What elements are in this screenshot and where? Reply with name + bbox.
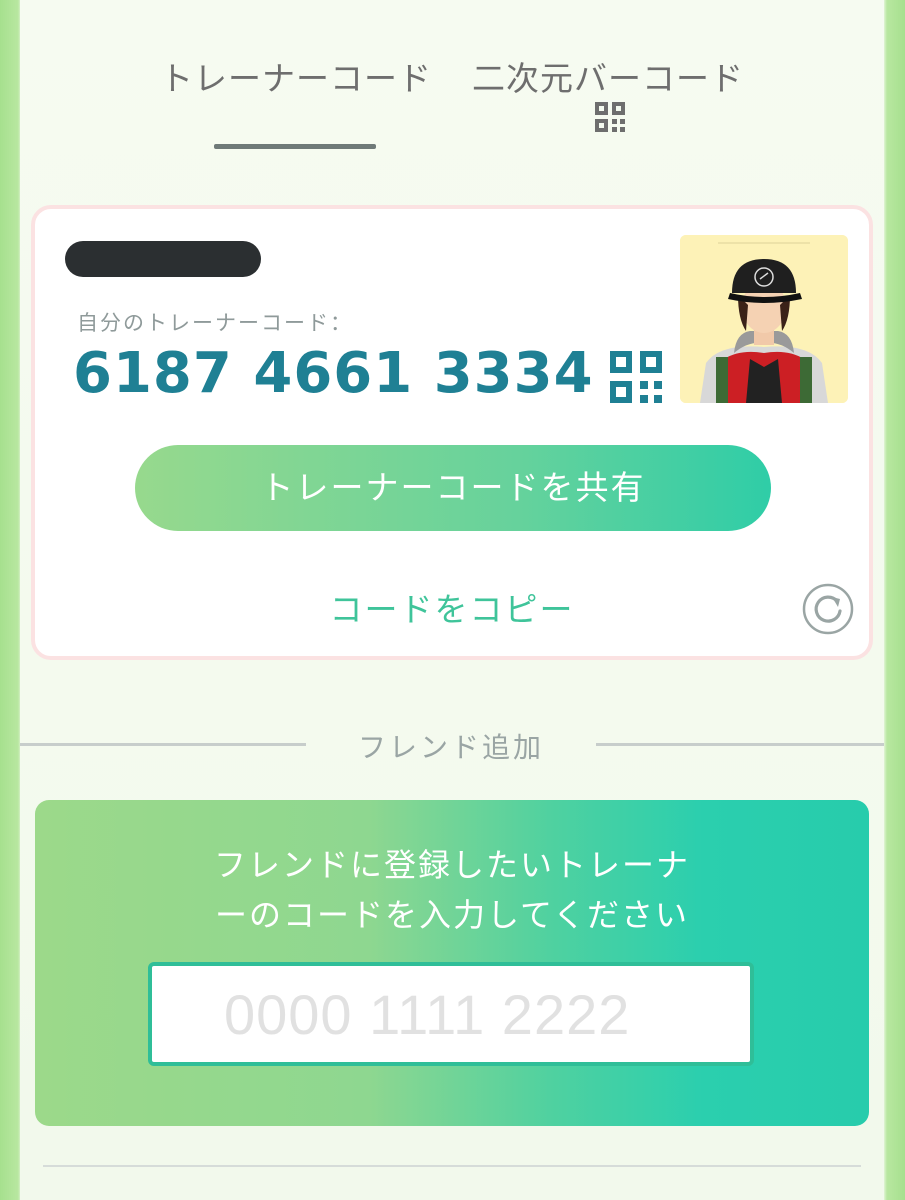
bottom-divider [43,1165,861,1167]
add-friend-section-label: フレンド追加 [357,731,544,764]
add-friend-prompt: フレンドに登録したいトレーナ ーのコードを入力してください [35,840,869,940]
trainer-code-label: 自分のトレーナーコード： [77,311,353,335]
trainer-avatar [680,235,848,403]
qr-code-icon[interactable] [593,100,627,134]
trainer-code-card: 自分のトレーナーコード： 6187 4661 3334 トレーナーコードを共有 … [31,205,873,660]
trainer-code-value: 6187 4661 3334 [73,341,594,406]
refresh-icon[interactable] [801,582,855,636]
prompt-line-2: ーのコードを入力してください [214,896,690,934]
share-trainer-code-button[interactable]: トレーナーコードを共有 [135,445,771,531]
trainer-name-redacted [65,241,261,277]
copy-code-link[interactable]: コードをコピー [35,583,869,631]
qr-code-icon[interactable] [610,351,662,403]
tab-qr-code[interactable]: 二次元バーコード [472,52,744,100]
active-tab-indicator [214,144,376,149]
friend-code-input[interactable] [148,962,754,1066]
section-divider [596,743,884,746]
section-divider [20,743,306,746]
tab-trainer-code[interactable]: トレーナーコード [160,52,432,100]
add-friend-box: フレンドに登録したいトレーナ ーのコードを入力してください [35,800,869,1126]
prompt-line-1: フレンドに登録したいトレーナ [213,846,690,884]
